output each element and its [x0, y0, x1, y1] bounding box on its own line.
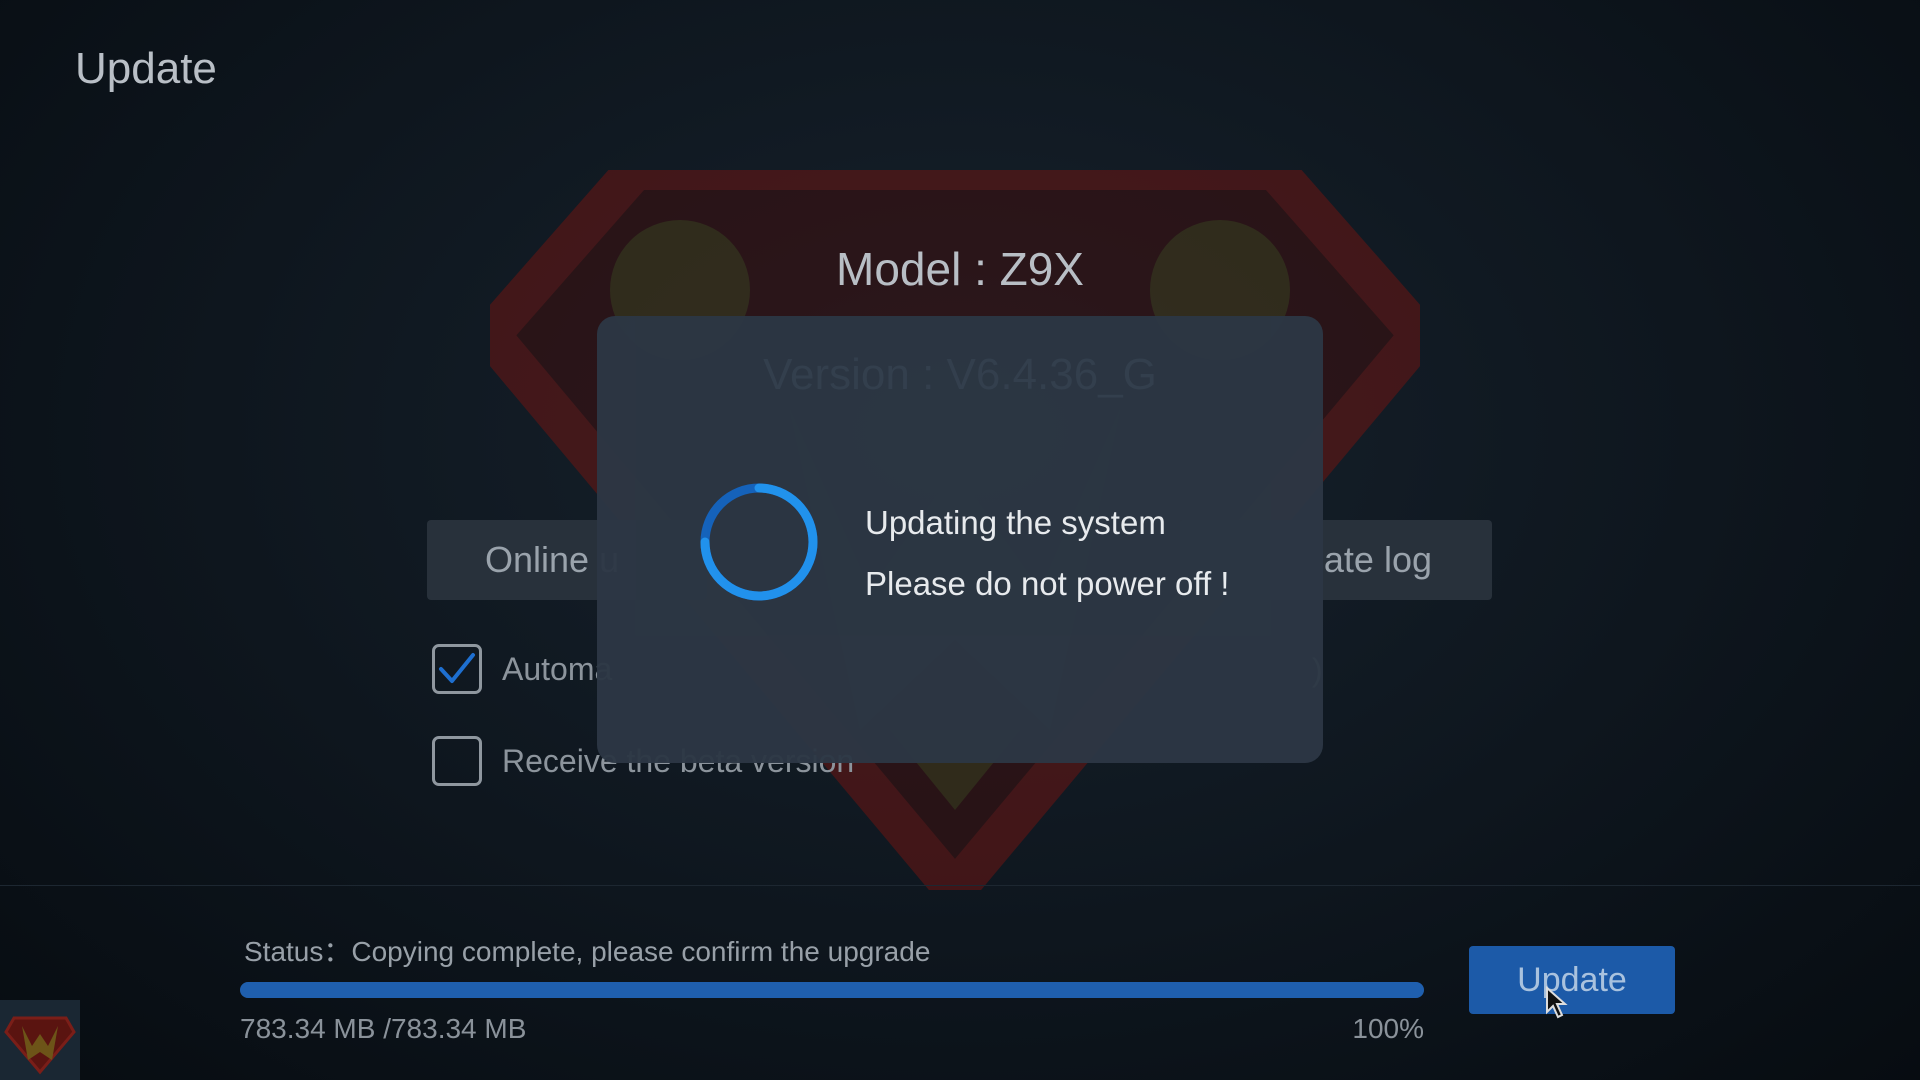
update-screen: Update Model : Z9X Online u ate log Auto…	[0, 0, 1920, 1080]
update-log-tab-label: ate log	[1323, 539, 1432, 580]
updating-dialog: Version : V6.4.36_G Updating the system …	[597, 316, 1323, 763]
auto-check-label: Automa	[502, 650, 613, 687]
progress-fill	[240, 982, 1424, 998]
model-label: Model : Z9X	[836, 243, 1084, 295]
update-button[interactable]: Update	[1469, 946, 1675, 1014]
progress-percent: 100%	[1352, 1013, 1424, 1044]
loading-spinner-icon	[700, 483, 818, 601]
download-size: 783.34 MB /783.34 MB	[240, 1013, 527, 1044]
dialog-warning: Please do not power off !	[865, 565, 1230, 602]
checkmark-icon	[439, 653, 475, 683]
auto-check-option[interactable]: Automa	[432, 641, 612, 697]
mouse-cursor-icon	[1546, 986, 1568, 1019]
beta-checkbox[interactable]	[432, 736, 482, 786]
auto-check-checkbox[interactable]	[432, 644, 482, 694]
status-label: Status：	[244, 936, 352, 967]
version-label: Version : V6.4.36_G	[763, 350, 1157, 399]
divider	[0, 885, 1920, 886]
status-line: Status：Copying complete, please confirm …	[244, 930, 930, 970]
superman-logo-icon	[0, 1000, 80, 1080]
status-message: Copying complete, please confirm the upg…	[351, 936, 931, 967]
page-title: Update	[75, 44, 217, 93]
progress-bar	[240, 982, 1424, 998]
dialog-title: Updating the system	[865, 504, 1166, 541]
